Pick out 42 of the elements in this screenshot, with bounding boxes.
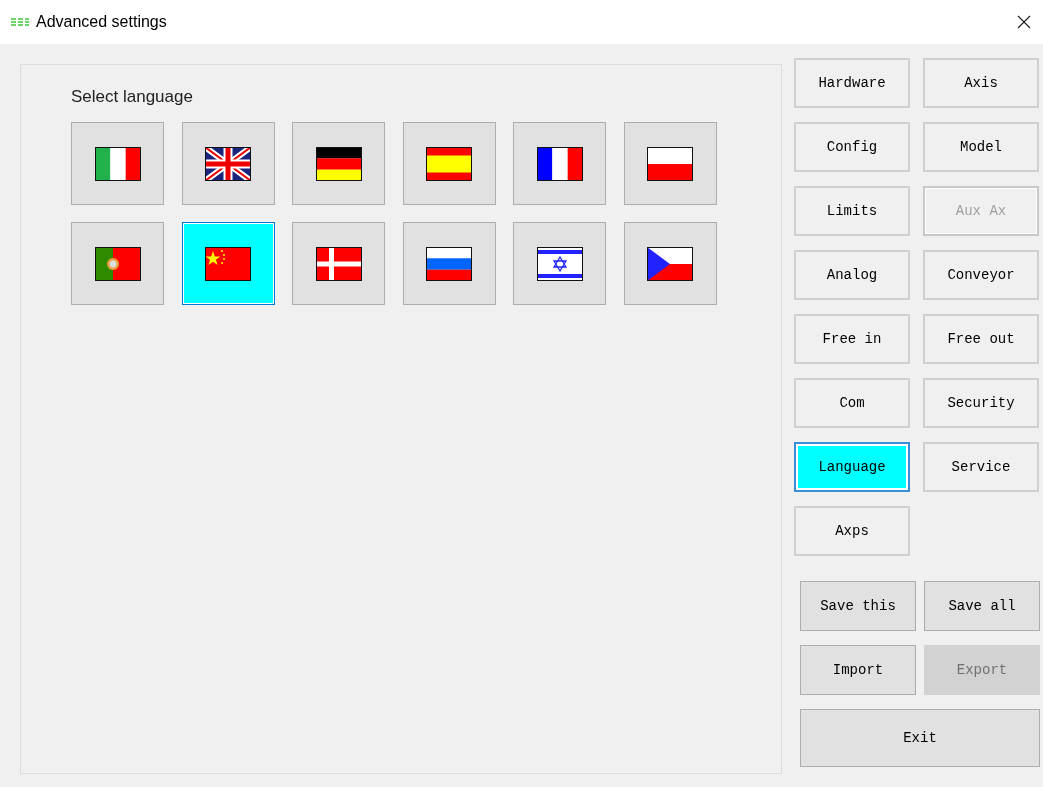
flag-button[interactable] bbox=[623, 222, 717, 305]
nav-button[interactable]: Model bbox=[923, 122, 1039, 172]
flag-icon bbox=[94, 146, 141, 181]
nav-button[interactable]: Language bbox=[794, 442, 910, 492]
flag-button[interactable] bbox=[292, 222, 385, 305]
flag-icon bbox=[205, 246, 251, 281]
nav-button[interactable]: Config bbox=[794, 122, 910, 172]
flag-icon bbox=[426, 146, 472, 181]
flag-icon bbox=[315, 246, 362, 281]
flag-button[interactable] bbox=[71, 122, 164, 205]
flag-icon bbox=[647, 146, 693, 181]
nav-button[interactable]: Service bbox=[923, 442, 1039, 492]
nav-button[interactable]: Axis bbox=[923, 58, 1039, 108]
action-button[interactable]: Save this bbox=[800, 581, 916, 631]
close-icon[interactable] bbox=[1015, 13, 1033, 31]
flag-button[interactable] bbox=[513, 122, 606, 205]
panel-heading: Select language bbox=[71, 87, 193, 107]
nav-button[interactable]: Limits bbox=[794, 186, 910, 236]
nav-button[interactable]: Conveyor bbox=[923, 250, 1039, 300]
flag-button[interactable] bbox=[181, 122, 275, 205]
nav-button[interactable]: Free out bbox=[923, 314, 1039, 364]
flag-icon bbox=[426, 246, 472, 281]
flag-button[interactable] bbox=[513, 222, 606, 305]
action-button[interactable]: Import bbox=[800, 645, 916, 695]
flag-icon bbox=[536, 146, 583, 181]
flag-button[interactable] bbox=[71, 222, 164, 305]
flag-icon bbox=[205, 146, 251, 181]
window-title: Advanced settings bbox=[36, 13, 168, 31]
exit-button[interactable]: Exit bbox=[800, 709, 1040, 767]
flag-button[interactable] bbox=[292, 122, 385, 205]
nav-button[interactable]: Com bbox=[794, 378, 910, 428]
nav-button[interactable]: Security bbox=[923, 378, 1039, 428]
flag-icon bbox=[315, 146, 362, 181]
flag-icon bbox=[94, 246, 141, 281]
nav-button[interactable]: Hardware bbox=[794, 58, 910, 108]
nav-button[interactable]: Analog bbox=[794, 250, 910, 300]
action-button[interactable]: Save all bbox=[924, 581, 1040, 631]
nav-button[interactable]: Free in bbox=[794, 314, 910, 364]
app-logo-icon bbox=[10, 17, 30, 27]
flag-icon bbox=[536, 246, 583, 281]
flag-icon bbox=[647, 246, 693, 281]
nav-button[interactable]: Axps bbox=[794, 506, 910, 556]
